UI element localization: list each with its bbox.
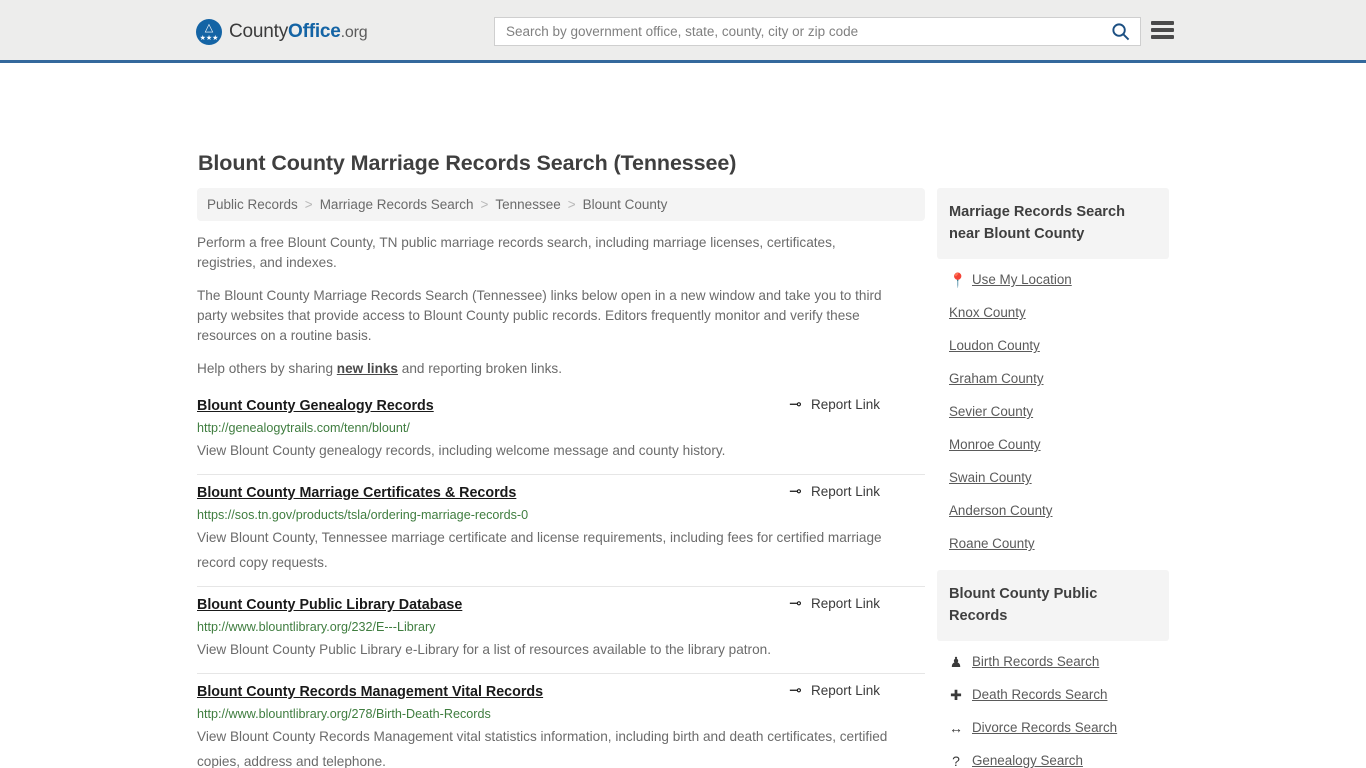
question-mark-icon: ?: [952, 752, 960, 768]
hamburger-menu-icon[interactable]: [1151, 21, 1174, 39]
result-item: Blount County Marriage Certificates & Re…: [197, 475, 925, 587]
result-url[interactable]: https://sos.tn.gov/products/tsla/orderin…: [197, 506, 925, 524]
cross-icon: ✚: [950, 686, 962, 703]
sidebar-link-label[interactable]: Roane County: [949, 536, 1035, 551]
intro-text: Perform a free Blount County, TN public …: [197, 233, 925, 379]
eagle-shield-logo-icon: △ ★★★: [196, 19, 222, 45]
report-link-label: Report Link: [810, 397, 880, 412]
breadcrumb-separator: >: [480, 197, 489, 212]
intro-paragraph-3: Help others by sharing new links and rep…: [197, 359, 897, 379]
new-links-link[interactable]: new links: [337, 361, 398, 376]
site-header: △ ★★★ CountyOffice.org: [0, 0, 1366, 63]
intro-p3-after: and reporting broken links.: [398, 361, 562, 376]
sidebar-item-knox-county[interactable]: Knox County: [937, 296, 1169, 329]
result-title-link[interactable]: Blount County Marriage Certificates & Re…: [197, 483, 516, 503]
sidebar-item-graham-county[interactable]: Graham County: [937, 362, 1169, 395]
double-arrow-icon: ↔: [949, 719, 963, 736]
report-link-button[interactable]: ⊸ Report Link: [788, 596, 880, 611]
report-link-label: Report Link: [810, 596, 880, 611]
sidebar-public-records-list: ♟ Birth Records Search ✚ Death Records S…: [937, 645, 1169, 768]
sidebar-item-loudon-county[interactable]: Loudon County: [937, 329, 1169, 362]
results-list: Blount County Genealogy Records ⊸ Report…: [197, 393, 925, 768]
result-item: Blount County Genealogy Records ⊸ Report…: [197, 393, 925, 475]
sidebar-item-sevier-county[interactable]: Sevier County: [937, 395, 1169, 428]
sidebar-item-roane-county[interactable]: Roane County: [937, 527, 1169, 560]
intro-paragraph-1: Perform a free Blount County, TN public …: [197, 235, 836, 270]
sidebar-nearby-heading: Marriage Records Search near Blount Coun…: [937, 188, 1169, 259]
result-description: View Blount County Public Library e-Libr…: [197, 642, 771, 657]
sidebar-link-label[interactable]: Monroe County: [949, 437, 1041, 452]
broken-link-icon: ⊸: [789, 396, 802, 413]
search-input[interactable]: [495, 18, 1100, 45]
sidebar-item-monroe-county[interactable]: Monroe County: [937, 428, 1169, 461]
result-title-link[interactable]: Blount County Genealogy Records: [197, 396, 434, 416]
result-item: Blount County Records Management Vital R…: [197, 674, 925, 768]
report-link-button[interactable]: ⊸ Report Link: [788, 484, 880, 499]
sidebar-public-records-heading: Blount County Public Records: [937, 570, 1169, 641]
report-link-button[interactable]: ⊸ Report Link: [788, 683, 880, 698]
broken-link-icon: ⊸: [789, 595, 802, 612]
report-link-label: Report Link: [810, 484, 880, 499]
site-logo-link[interactable]: △ ★★★ CountyOffice.org: [196, 19, 368, 45]
intro-p3-before: Help others by sharing: [197, 361, 337, 376]
brand-part-1: County: [229, 21, 289, 42]
search-icon: [1111, 23, 1129, 41]
intro-paragraph-2: The Blount County Marriage Records Searc…: [197, 288, 882, 343]
sidebar-item-birth-records-search[interactable]: ♟ Birth Records Search: [937, 645, 1169, 678]
search-bar: [494, 17, 1141, 46]
sidebar-link-label[interactable]: Birth Records Search: [972, 654, 1099, 669]
sidebar-nearby-list: 📍 Use My Location Knox County Loudon Cou…: [937, 263, 1169, 560]
sidebar-item-use-my-location[interactable]: 📍 Use My Location: [937, 263, 1169, 296]
breadcrumb-item-blount-county: Blount County: [582, 197, 668, 212]
broken-link-icon: ⊸: [789, 483, 802, 500]
sidebar-link-label[interactable]: Divorce Records Search: [972, 720, 1117, 735]
result-url[interactable]: http://genealogytrails.com/tenn/blount/: [197, 419, 925, 437]
brand-part-3: .org: [340, 24, 368, 41]
breadcrumb-item-tennessee[interactable]: Tennessee: [495, 197, 560, 212]
brand-part-2: Office: [288, 21, 341, 42]
sidebar-link-label[interactable]: Knox County: [949, 305, 1026, 320]
sidebar-link-label[interactable]: Loudon County: [949, 338, 1040, 353]
report-link-label: Report Link: [810, 683, 880, 698]
search-button[interactable]: [1100, 18, 1140, 45]
breadcrumb: Public Records > Marriage Records Search…: [197, 188, 925, 221]
breadcrumb-item-marriage-records-search[interactable]: Marriage Records Search: [320, 197, 474, 212]
sidebar-link-label[interactable]: Sevier County: [949, 404, 1033, 419]
sidebar-link-label[interactable]: Genealogy Search: [972, 753, 1083, 768]
page-title: Blount County Marriage Records Search (T…: [198, 151, 737, 175]
sidebar-link-label[interactable]: Graham County: [949, 371, 1044, 386]
report-link-button[interactable]: ⊸ Report Link: [788, 397, 880, 412]
baby-icon: ♟: [949, 653, 963, 670]
sidebar-item-anderson-county[interactable]: Anderson County: [937, 494, 1169, 527]
result-url[interactable]: http://www.blountlibrary.org/278/Birth-D…: [197, 705, 925, 723]
sidebar-item-divorce-records-search[interactable]: ↔ Divorce Records Search: [937, 711, 1169, 744]
location-pin-icon: 📍: [949, 271, 967, 288]
result-title-link[interactable]: Blount County Records Management Vital R…: [197, 682, 543, 702]
result-url[interactable]: http://www.blountlibrary.org/232/E---Lib…: [197, 618, 925, 636]
result-title-link[interactable]: Blount County Public Library Database: [197, 595, 462, 615]
sidebar-link-label[interactable]: Use My Location: [972, 272, 1072, 287]
sidebar: Marriage Records Search near Blount Coun…: [937, 188, 1169, 768]
content-columns: Public Records > Marriage Records Search…: [0, 188, 1366, 768]
sidebar-link-label[interactable]: Death Records Search: [972, 687, 1107, 702]
breadcrumb-item-public-records[interactable]: Public Records: [207, 197, 298, 212]
sidebar-public-records-box: Blount County Public Records ♟ Birth Rec…: [937, 570, 1169, 768]
page-body: Blount County Marriage Records Search (T…: [0, 63, 1366, 768]
result-description: View Blount County genealogy records, in…: [197, 443, 726, 458]
sidebar-nearby-box: Marriage Records Search near Blount Coun…: [937, 188, 1169, 560]
main-content: Public Records > Marriage Records Search…: [197, 188, 925, 768]
sidebar-item-swain-county[interactable]: Swain County: [937, 461, 1169, 494]
broken-link-icon: ⊸: [789, 682, 802, 699]
breadcrumb-separator: >: [567, 197, 576, 212]
sidebar-link-label[interactable]: Swain County: [949, 470, 1032, 485]
sidebar-link-label[interactable]: Anderson County: [949, 503, 1052, 518]
brand-wordmark: CountyOffice.org: [229, 21, 368, 43]
result-description: View Blount County Records Management vi…: [197, 729, 888, 768]
result-description: View Blount County, Tennessee marriage c…: [197, 530, 882, 570]
sidebar-item-genealogy-search[interactable]: ? Genealogy Search: [937, 744, 1169, 768]
sidebar-item-death-records-search[interactable]: ✚ Death Records Search: [937, 678, 1169, 711]
result-item: Blount County Public Library Database ⊸ …: [197, 587, 925, 674]
breadcrumb-separator: >: [304, 197, 313, 212]
